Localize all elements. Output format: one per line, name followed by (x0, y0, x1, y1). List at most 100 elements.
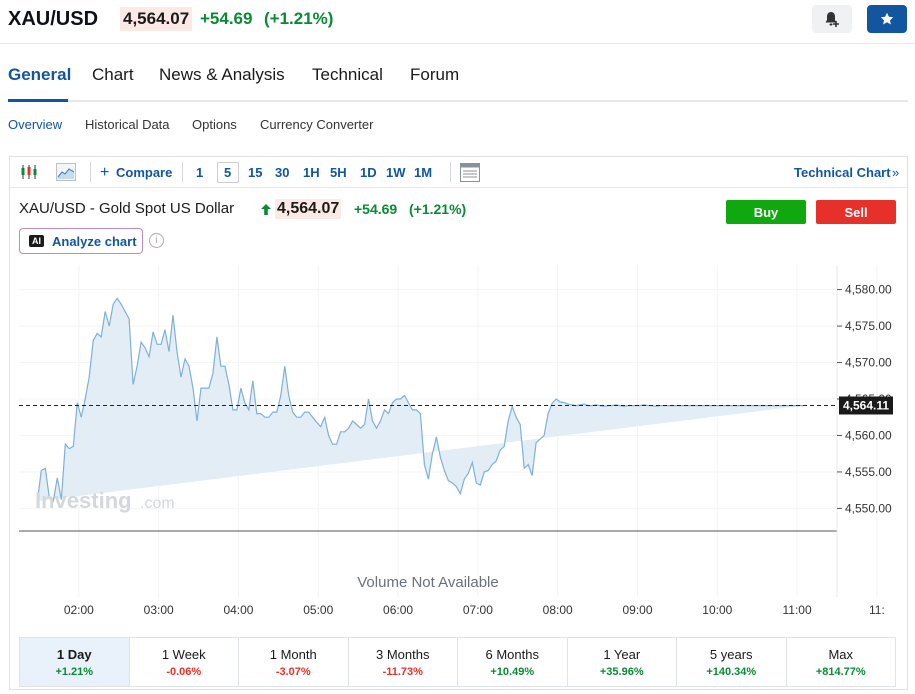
bell-plus-icon (825, 12, 839, 27)
area-chart-icon[interactable] (56, 163, 76, 181)
table-icon[interactable] (460, 163, 480, 182)
alert-button[interactable] (812, 5, 852, 33)
range-label: 1 Day (56, 646, 92, 662)
tab-forum[interactable]: Forum (410, 65, 459, 85)
y-tick-label: 4,550.00 (845, 501, 892, 515)
subtab-overview[interactable]: Overview (8, 117, 62, 132)
info-icon[interactable]: i (149, 233, 164, 248)
chart-price-change: +54.69 (354, 201, 398, 217)
price-chart[interactable]: Investing .com Volume Not Available 4,58… (10, 265, 907, 620)
quote-header: XAU/USD 4,564.07 +54.69 (+1.21%) (0, 0, 915, 44)
interval-30[interactable]: 30 (275, 165, 289, 180)
subtab-historical-data[interactable]: Historical Data (85, 117, 170, 132)
interval-1d[interactable]: 1D (360, 165, 377, 180)
range-change: +140.34% (706, 665, 757, 678)
interval-5h[interactable]: 5H (330, 165, 347, 180)
chart-toolbar: + Compare 1 5 15 30 1H 5H 1D 1W 1M Techn… (10, 157, 907, 188)
range-1-month[interactable]: 1 Month -3.07% (239, 638, 349, 686)
range-label: 1 Year (603, 646, 641, 662)
subtab-options[interactable]: Options (192, 117, 237, 132)
last-price: 4,564.07 (120, 7, 193, 31)
tab-news-analysis[interactable]: News & Analysis (159, 65, 285, 85)
range-change: +814.77% (815, 665, 866, 678)
symbol-title: XAU/USD (8, 8, 99, 30)
active-tab-indicator (8, 99, 68, 102)
tab-technical[interactable]: Technical (312, 65, 383, 85)
watermark-suffix: .com (140, 495, 175, 512)
buy-button[interactable]: Buy (726, 200, 806, 224)
watermark-brand: Investing (35, 488, 132, 513)
range-label: 6 Months (485, 646, 539, 662)
range-6-months[interactable]: 6 Months +10.49% (458, 638, 568, 686)
range-change: +35.96% (599, 665, 644, 678)
range-max[interactable]: Max +814.77% (787, 638, 896, 686)
chart-price-change-percent: (+1.21%) (409, 201, 467, 217)
price-change-percent: (+1.21%) (264, 9, 334, 28)
x-tick-label: 05:00 (303, 603, 333, 617)
tab-general[interactable]: General (8, 65, 71, 85)
interval-1m[interactable]: 1M (414, 165, 432, 180)
range-label: 3 Months (376, 646, 430, 662)
range-label: 1 Month (269, 646, 317, 662)
range-1-day[interactable]: 1 Day +1.21% (20, 638, 130, 686)
technical-chart-link[interactable]: Technical Chart (794, 165, 891, 180)
volume-not-available: Volume Not Available (357, 574, 498, 591)
main-tabs: General Chart News & Analysis Technical … (8, 58, 908, 102)
watchlist-button[interactable] (867, 5, 907, 33)
interval-15[interactable]: 15 (248, 165, 262, 180)
range-label: Max (828, 646, 854, 662)
x-tick-label: 08:00 (543, 603, 573, 617)
price-change: +54.69 (200, 9, 253, 28)
interval-1h[interactable]: 1H (303, 165, 320, 180)
x-tick-label: 06:00 (383, 603, 413, 617)
toolbar-divider (90, 162, 91, 182)
last-price-label: 4,564.11 (843, 398, 889, 412)
chart-panel: + Compare 1 5 15 30 1H 5H 1D 1W 1M Techn… (9, 156, 908, 690)
chart-title: XAU/USD - Gold Spot US Dollar (19, 200, 235, 217)
x-tick-label: 11: (869, 603, 885, 617)
y-tick-label: 4,560.00 (845, 428, 892, 442)
range-change: +1.21% (55, 665, 94, 678)
interval-5[interactable]: 5 (224, 165, 231, 180)
star-icon (880, 12, 894, 25)
range-change: +10.49% (490, 665, 535, 678)
range-change: -0.06% (166, 665, 202, 678)
candlestick-icon[interactable] (20, 164, 38, 180)
subtab-currency-converter[interactable]: Currency Converter (260, 117, 373, 132)
toolbar-divider (182, 162, 183, 182)
y-tick-label: 4,580.00 (845, 283, 892, 297)
analyze-chart-button[interactable]: AI Analyze chart (19, 228, 143, 254)
x-tick-label: 11:00 (783, 603, 812, 617)
y-tick-label: 4,575.00 (845, 319, 892, 333)
chart-last-price: 4,564.07 (275, 199, 342, 219)
range-label: 1 Week (161, 646, 206, 662)
interval-1w[interactable]: 1W (386, 165, 406, 180)
chevron-right-icon: » (892, 165, 900, 180)
range-5-years[interactable]: 5 years +140.34% (677, 638, 787, 686)
time-range-bar: 1 Day +1.21% 1 Week -0.06% 1 Month -3.07% 3 Mo… (19, 637, 896, 687)
plus-icon: + (100, 164, 110, 181)
y-tick-label: 4,555.00 (845, 465, 892, 479)
range-1-week[interactable]: 1 Week -0.06% (130, 638, 239, 686)
arrow-up-icon (261, 204, 271, 215)
interval-1[interactable]: 1 (196, 165, 203, 180)
x-tick-label: 10:00 (702, 603, 732, 617)
x-tick-label: 04:00 (223, 603, 253, 617)
compare-button[interactable]: Compare (116, 165, 172, 180)
x-tick-label: 03:00 (144, 603, 174, 617)
x-tick-label: 09:00 (622, 603, 652, 617)
y-tick-label: 4,570.00 (845, 356, 892, 370)
ai-icon: AI (29, 235, 44, 247)
tab-chart[interactable]: Chart (92, 65, 134, 85)
price-area-fill (37, 298, 804, 502)
x-tick-label: 02:00 (64, 603, 94, 617)
sell-button[interactable]: Sell (816, 200, 896, 224)
range-change: -3.07% (275, 665, 311, 678)
toolbar-divider (450, 162, 451, 182)
range-3-months[interactable]: 3 Months -11.73% (349, 638, 458, 686)
range-change: -11.73% (382, 665, 423, 678)
x-tick-label: 07:00 (463, 603, 493, 617)
analyze-chart-label: Analyze chart (52, 233, 137, 249)
range-1-year[interactable]: 1 Year +35.96% (568, 638, 677, 686)
range-label: 5 years (709, 646, 753, 662)
